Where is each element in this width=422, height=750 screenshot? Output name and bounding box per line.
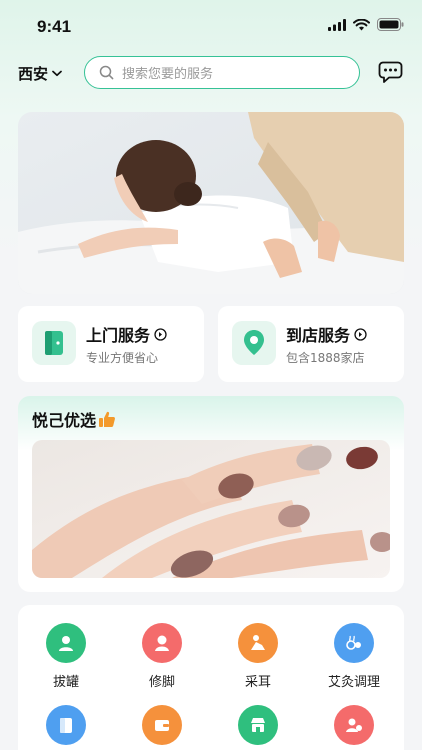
home-service-title: 上门服务: [86, 322, 167, 346]
search-icon: [99, 65, 114, 80]
chat-bubble-icon: [378, 61, 403, 83]
selected-title-text: 悦己优选: [32, 411, 97, 430]
store-service-icon-box: [232, 321, 276, 365]
category-label: 采耳: [244, 675, 271, 690]
category-item-2[interactable]: 采耳: [218, 623, 298, 690]
store-service-card[interactable]: 到店服务 包含1888家店: [218, 306, 404, 382]
home-service-card[interactable]: 上门服务 专业方便省心: [18, 306, 204, 382]
wifi-icon: [353, 18, 370, 30]
top-bar: 西安 搜索您要的服务: [0, 56, 422, 90]
category-item-7[interactable]: [314, 705, 394, 750]
status-icons: [328, 18, 404, 31]
ear-cleaning-icon: [238, 623, 278, 663]
nail-photo: [32, 440, 390, 578]
wallet-icon: [142, 705, 182, 745]
selected-section-title: 悦己优选: [32, 407, 116, 431]
store-service-title: 到店服务: [286, 322, 367, 346]
door-icon: [45, 331, 63, 355]
door-icon: [46, 705, 86, 745]
search-placeholder: 搜索您要的服务: [122, 67, 214, 82]
selected-section: 悦己优选: [18, 396, 404, 592]
circle-arrow-right-icon: [154, 327, 167, 341]
promo-banner[interactable]: [18, 112, 404, 294]
search-input[interactable]: 搜索您要的服务: [84, 56, 360, 89]
category-item-1[interactable]: 修脚: [122, 623, 202, 690]
category-item-0[interactable]: 拔罐: [26, 623, 106, 690]
category-item-5[interactable]: [122, 705, 202, 750]
status-bar: 9:41: [0, 0, 422, 52]
category-label: 修脚: [148, 675, 175, 690]
chevron-down-icon: [52, 70, 62, 77]
home-service-title-text: 上门服务: [86, 326, 151, 345]
battery-icon: [377, 18, 404, 31]
circle-arrow-right-icon: [354, 327, 367, 341]
category-label: 艾灸调理: [327, 675, 380, 690]
thumbs-up-icon: [99, 411, 115, 427]
moxibustion-icon: [334, 623, 374, 663]
category-grid: 拔罐 修脚 采耳 艾灸调理: [18, 605, 404, 750]
home-service-icon-box: [32, 321, 76, 365]
city-label: 西安: [18, 65, 49, 83]
home-service-subtitle: 专业方便省心: [86, 351, 159, 365]
massage-photo: [18, 112, 404, 294]
category-label: 拔罐: [52, 675, 79, 690]
location-pin-icon: [244, 330, 264, 355]
nail-art-image[interactable]: [32, 440, 390, 578]
category-item-6[interactable]: [218, 705, 298, 750]
status-time: 9:41: [37, 17, 72, 36]
message-button[interactable]: [378, 61, 403, 88]
category-item-4[interactable]: [26, 705, 106, 750]
store-service-subtitle: 包含1888家店: [286, 351, 365, 365]
category-item-3[interactable]: 艾灸调理: [314, 623, 394, 690]
cupping-icon: [46, 623, 86, 663]
city-selector[interactable]: 西安: [18, 63, 62, 84]
person-icon: [334, 705, 374, 745]
store-service-title-text: 到店服务: [286, 326, 351, 345]
store-icon: [238, 705, 278, 745]
signal-icon: [328, 18, 346, 31]
pedicure-icon: [142, 623, 182, 663]
